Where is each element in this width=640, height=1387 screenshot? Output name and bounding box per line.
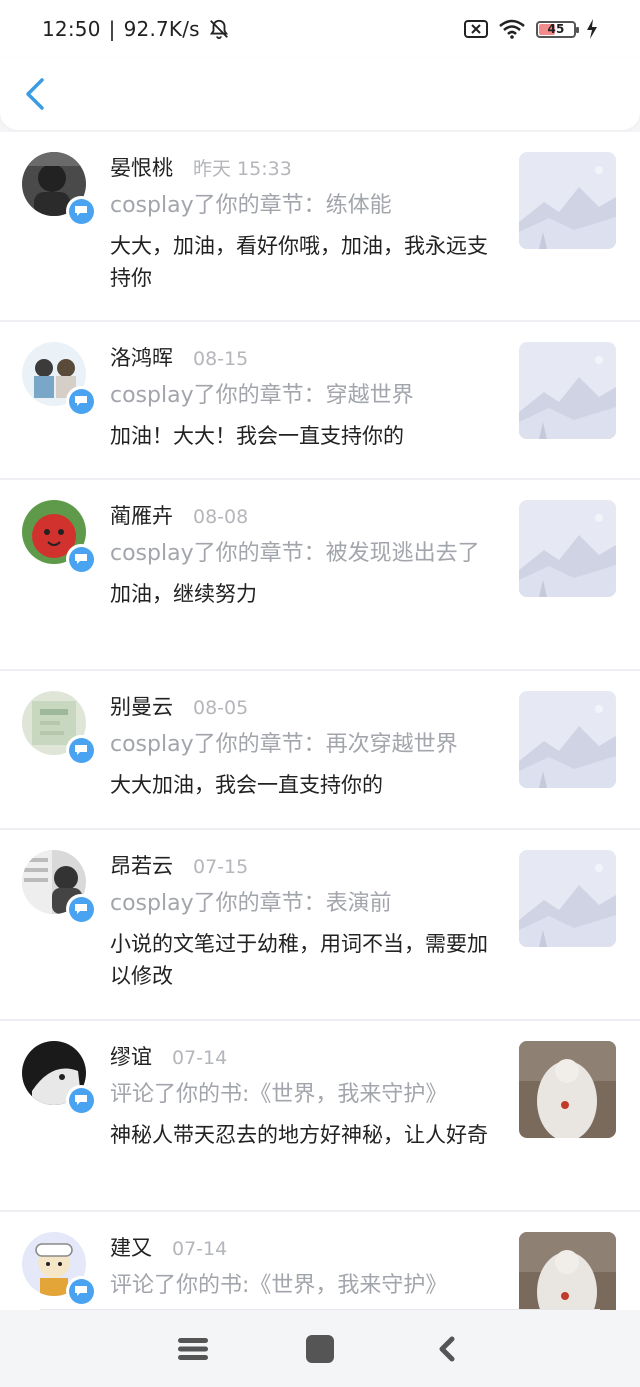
list-item[interactable]: 昂若云 07-15 cosplay了你的章节：表演前 小说的文笔过于幼稚，用词不… <box>0 830 640 1021</box>
user-name[interactable]: 蔺雁卉 <box>110 500 173 530</box>
comment-badge-icon <box>66 544 96 574</box>
menu-button[interactable] <box>163 1319 223 1379</box>
home-button[interactable] <box>290 1319 350 1379</box>
name-row: 洛鸿晖 08-15 <box>110 342 490 374</box>
notification-list: 晏恨桃 昨天 15:33 cosplay了你的章节：练体能 大大，加油，看好你哦… <box>0 132 640 1332</box>
back-button[interactable] <box>22 76 48 112</box>
name-row: 昂若云 07-15 <box>110 850 490 882</box>
no-sim-icon <box>464 20 488 38</box>
home-square-icon <box>305 1334 334 1363</box>
activity-text: cosplay了你的章节：表演前 <box>110 891 392 916</box>
chapter-thumbnail[interactable] <box>519 342 616 439</box>
bell-muted-icon <box>209 19 228 40</box>
comment-text: 神秘人带天忍去的地方好神秘，让人好奇 <box>110 1123 488 1147</box>
back-triangle-icon <box>439 1336 455 1361</box>
chapter-thumbnail[interactable] <box>519 500 616 597</box>
chapter-thumbnail[interactable] <box>519 850 616 947</box>
name-row: 晏恨桃 昨天 15:33 <box>110 152 490 184</box>
item-content: 蔺雁卉 08-08 cosplay了你的章节：被发现逃出去了 加油，继续努力 <box>110 500 490 610</box>
comment-text: 加油，继续努力 <box>110 582 257 606</box>
user-name[interactable]: 洛鸿晖 <box>110 342 173 372</box>
list-item[interactable]: 晏恨桃 昨天 15:33 cosplay了你的章节：练体能 大大，加油，看好你哦… <box>0 132 640 322</box>
user-name[interactable]: 晏恨桃 <box>110 152 173 182</box>
name-row: 别曼云 08-05 <box>110 691 490 723</box>
timestamp: 07-15 <box>193 856 249 878</box>
user-name[interactable]: 缪谊 <box>110 1041 152 1071</box>
activity-text: cosplay了你的章节：练体能 <box>110 193 392 218</box>
chapter-thumbnail[interactable] <box>519 152 616 249</box>
comment-badge-icon <box>66 1085 96 1115</box>
comment-text: 加油！大大！我会一直支持你的 <box>110 424 404 448</box>
avatar[interactable] <box>22 1041 96 1115</box>
timestamp: 08-15 <box>193 348 249 370</box>
item-content: 建又 07-14 评论了你的书:《世界，我来守护》 <box>110 1232 490 1302</box>
back-nav-button[interactable] <box>417 1319 477 1379</box>
list-item[interactable]: 洛鸿晖 08-15 cosplay了你的章节：穿越世界 加油！大大！我会一直支持… <box>0 322 640 480</box>
status-left: 12:50 | 92.7K/s <box>42 17 230 41</box>
list-item[interactable]: 别曼云 08-05 cosplay了你的章节：再次穿越世界 大大加油，我会一直支… <box>0 671 640 830</box>
battery-indicator: 45 <box>536 20 579 38</box>
activity-text: cosplay了你的章节：被发现逃出去了 <box>110 541 480 566</box>
avatar[interactable] <box>22 1232 96 1306</box>
item-content: 别曼云 08-05 cosplay了你的章节：再次穿越世界 大大加油，我会一直支… <box>110 691 490 801</box>
activity-text: 评论了你的书:《世界，我来守护》 <box>110 1273 448 1298</box>
name-row: 缪谊 07-14 <box>110 1041 490 1073</box>
comment-badge-icon <box>66 735 96 765</box>
item-content: 洛鸿晖 08-15 cosplay了你的章节：穿越世界 加油！大大！我会一直支持… <box>110 342 490 452</box>
wifi-icon <box>499 19 525 39</box>
status-bar: 12:50 | 92.7K/s 45 <box>0 0 640 58</box>
system-nav-bar <box>0 1310 640 1387</box>
list-item[interactable]: 缪谊 07-14 评论了你的书:《世界，我来守护》 神秘人带天忍去的地方好神秘，… <box>0 1021 640 1212</box>
avatar[interactable] <box>22 691 96 765</box>
user-name[interactable]: 别曼云 <box>110 691 173 721</box>
comment-badge-icon <box>66 196 96 226</box>
menu-icon <box>178 1337 209 1360</box>
avatar[interactable] <box>22 500 96 574</box>
activity-text: cosplay了你的章节：穿越世界 <box>110 383 414 408</box>
avatar[interactable] <box>22 342 96 416</box>
user-name[interactable]: 建又 <box>110 1232 152 1262</box>
name-row: 建又 07-14 <box>110 1232 490 1264</box>
comment-text: 大大，加油，看好你哦，加油，我永远支持你 <box>110 234 488 290</box>
timestamp: 昨天 15:33 <box>193 158 292 180</box>
chapter-thumbnail[interactable] <box>519 691 616 788</box>
charging-bolt-icon <box>587 19 597 39</box>
comment-badge-icon <box>66 894 96 924</box>
network-speed: 92.7K/s <box>123 17 200 41</box>
book-cover[interactable] <box>519 1041 616 1138</box>
item-content: 晏恨桃 昨天 15:33 cosplay了你的章节：练体能 大大，加油，看好你哦… <box>110 152 490 294</box>
activity-text: cosplay了你的章节：再次穿越世界 <box>110 732 458 757</box>
avatar[interactable] <box>22 152 96 226</box>
name-row: 蔺雁卉 08-08 <box>110 500 490 532</box>
status-separator: | <box>108 17 116 41</box>
status-time: 12:50 <box>42 17 101 41</box>
avatar[interactable] <box>22 850 96 924</box>
user-name[interactable]: 昂若云 <box>110 850 173 880</box>
item-content: 昂若云 07-15 cosplay了你的章节：表演前 小说的文笔过于幼稚，用词不… <box>110 850 490 992</box>
status-right: 45 <box>464 19 598 39</box>
timestamp: 07-14 <box>172 1238 228 1260</box>
activity-text: 评论了你的书:《世界，我来守护》 <box>110 1082 448 1107</box>
timestamp: 08-08 <box>193 506 249 528</box>
timestamp: 08-05 <box>193 697 249 719</box>
comment-badge-icon <box>66 1276 96 1306</box>
comment-badge-icon <box>66 386 96 416</box>
list-item[interactable]: 蔺雁卉 08-08 cosplay了你的章节：被发现逃出去了 加油，继续努力 <box>0 480 640 671</box>
comment-text: 小说的文笔过于幼稚，用词不当，需要加以修改 <box>110 932 488 988</box>
comment-text: 大大加油，我会一直支持你的 <box>110 773 383 797</box>
timestamp: 07-14 <box>172 1047 228 1069</box>
battery-level: 45 <box>547 22 565 36</box>
item-content: 缪谊 07-14 评论了你的书:《世界，我来守护》 神秘人带天忍去的地方好神秘，… <box>110 1041 490 1151</box>
header <box>0 58 640 130</box>
